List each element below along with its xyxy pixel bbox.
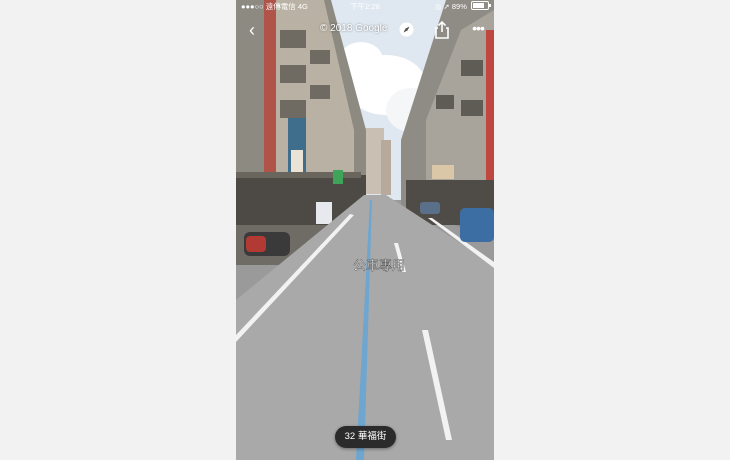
status-bar: ●●●○○ 遠傳電信 4G 下午2:28 ◎ ➚ 89%: [236, 0, 494, 14]
rotation-lock-icon: ◎: [434, 2, 442, 11]
compass-icon[interactable]: [399, 22, 414, 37]
balcony: [310, 85, 330, 99]
top-toolbar: ‹ © 2018 Google •••: [236, 18, 494, 42]
right-building-red-stripe: [486, 30, 494, 190]
shop-sign: [432, 165, 454, 179]
distant-building: [381, 140, 391, 195]
balcony: [280, 100, 306, 118]
street-view-panorama[interactable]: 公車專用: [236, 0, 494, 460]
address-chip[interactable]: 32 華福街: [335, 426, 396, 448]
parked-car: [420, 202, 440, 214]
road-marking-text: 公車專用: [353, 259, 405, 274]
street-view-screen: 公車專用 ●●●○○ 遠傳電信 4G 下午2:28 ◎ ➚ 89% ‹ © 20…: [236, 0, 494, 460]
battery-icon: [471, 1, 491, 10]
blue-car: [460, 208, 494, 242]
back-button[interactable]: ‹: [242, 20, 262, 40]
balcony: [461, 60, 483, 76]
copyright-text: © 2018 Google: [320, 23, 388, 34]
more-options-icon[interactable]: •••: [468, 21, 488, 39]
battery-percent: 89%: [451, 2, 467, 11]
scooter-red: [246, 236, 266, 252]
location-arrow-icon: ➚: [443, 2, 450, 11]
street-sign: [316, 202, 332, 224]
green-banner: [333, 170, 343, 184]
balcony: [280, 65, 306, 83]
shop-sign-panel: [291, 150, 303, 174]
balcony: [310, 50, 330, 64]
balcony: [436, 95, 454, 109]
balcony: [461, 100, 483, 116]
share-icon[interactable]: [434, 21, 450, 39]
status-right: ◎ ➚ 89%: [434, 0, 491, 14]
